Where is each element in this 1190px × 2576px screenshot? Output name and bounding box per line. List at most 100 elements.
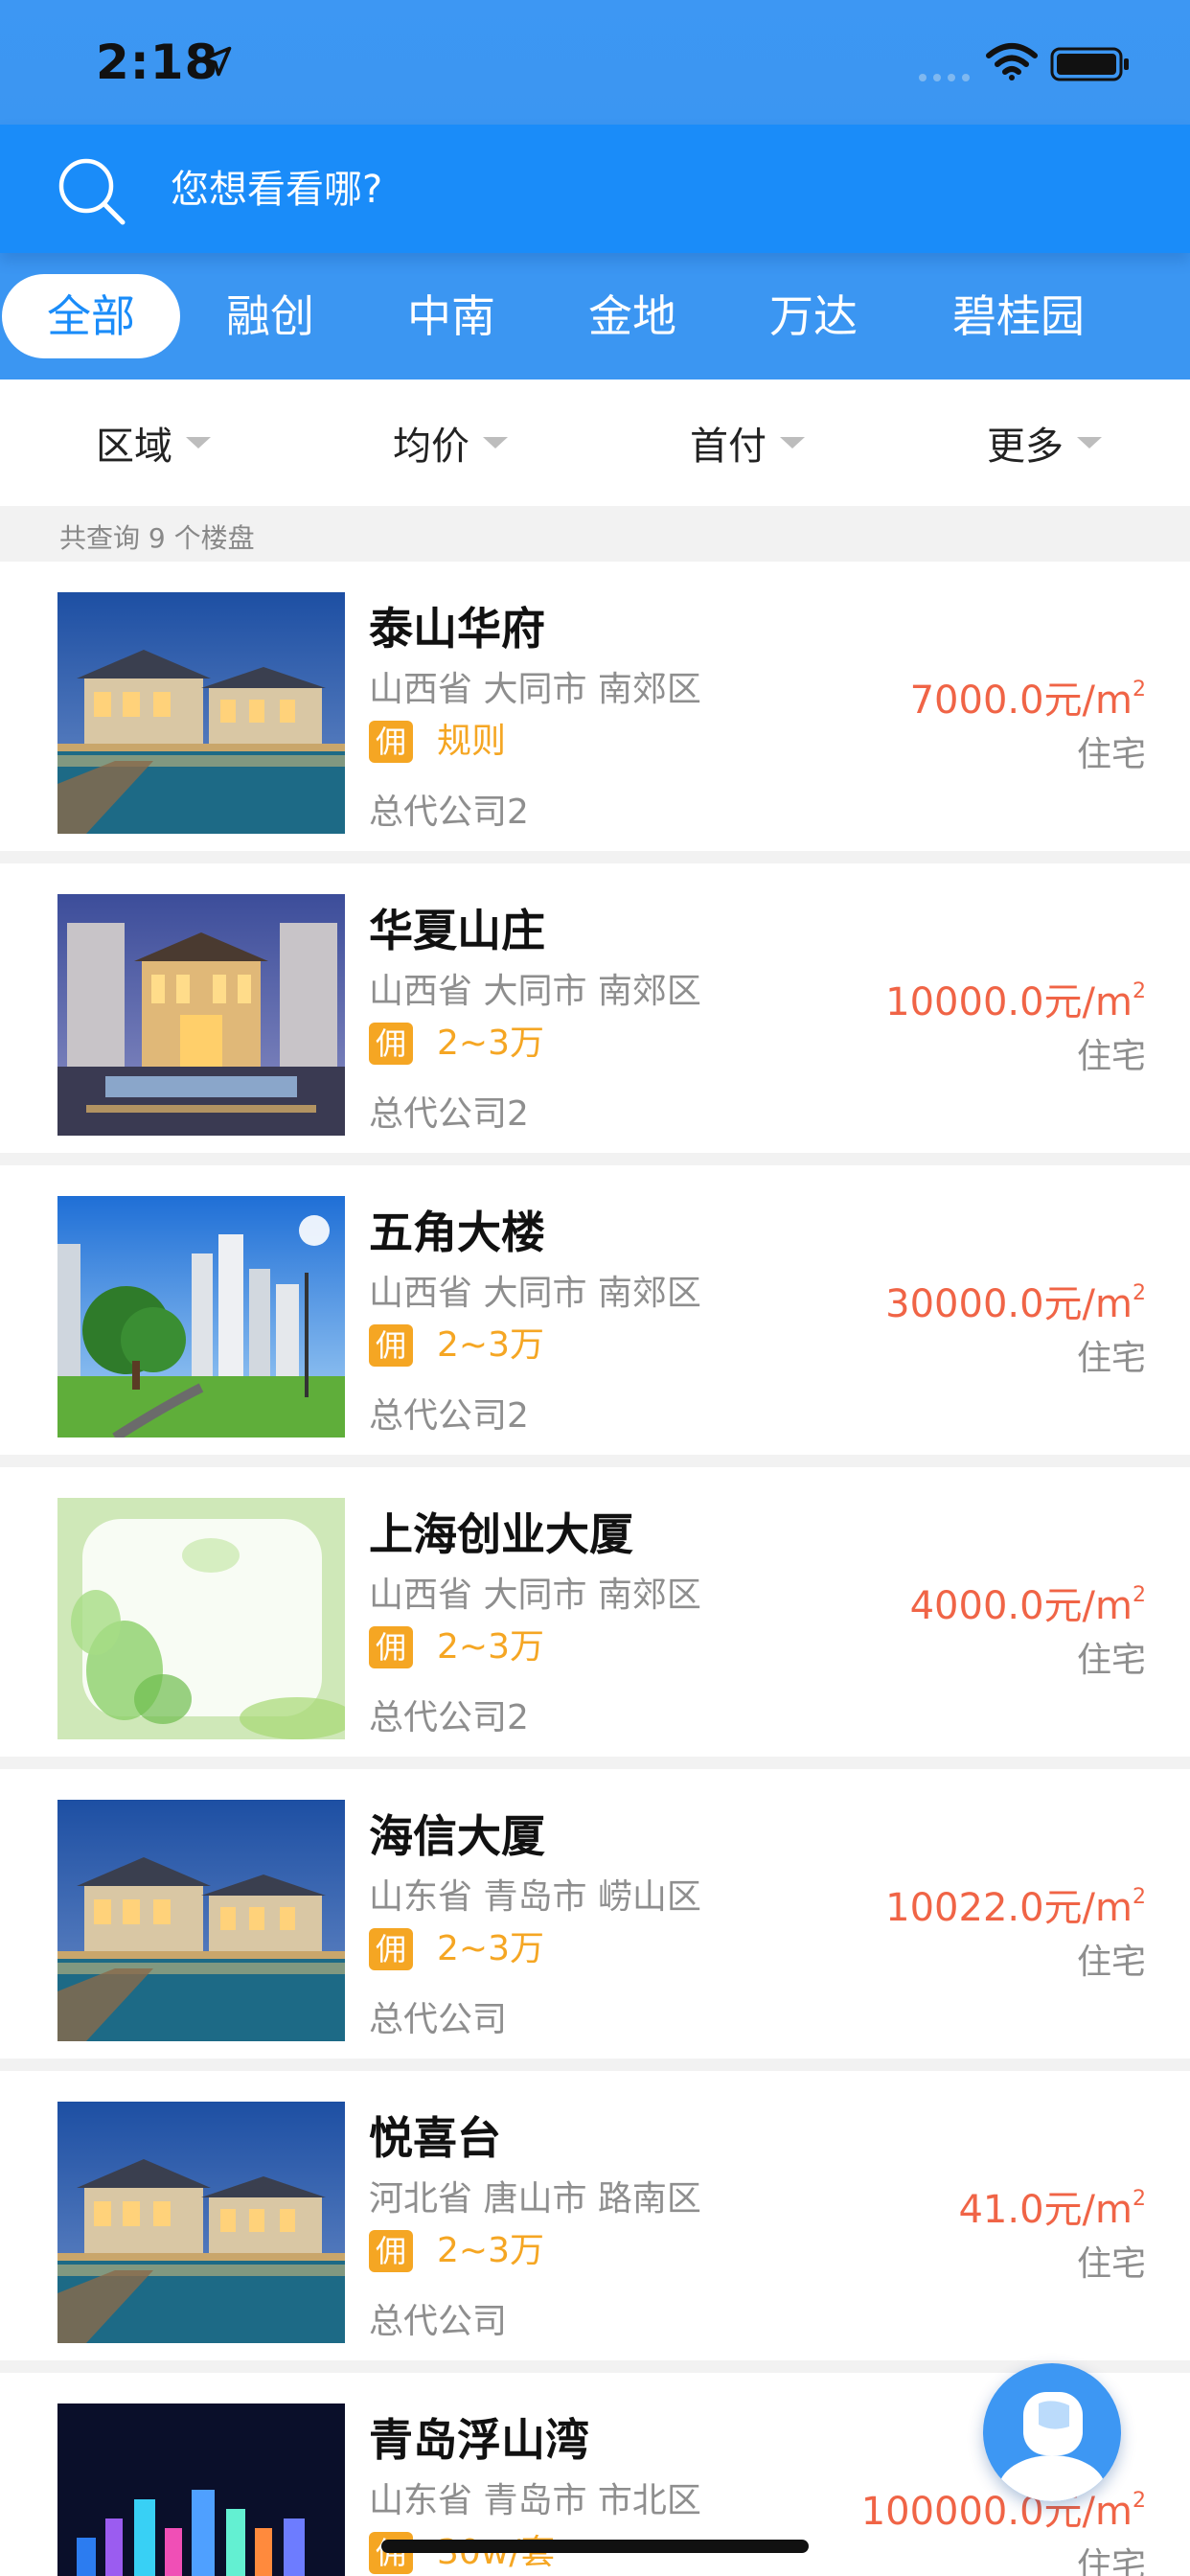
property-type: 住宅 (1076, 1339, 1146, 1378)
property-title: 上海创业大厦 (369, 1508, 633, 1560)
price-unit-sup: 2 (1133, 1885, 1146, 1909)
property-region: 山西省 大同市 南郊区 (369, 1576, 701, 1615)
brand-tabs: 全部 融创 中南 金地 万达 碧桂园 (0, 253, 1190, 380)
commission-badge: 佣 (369, 1626, 413, 1668)
property-photo (57, 1800, 345, 2041)
filter-down-payment[interactable]: 首付 (690, 414, 805, 472)
property-title: 五角大楼 (369, 1207, 545, 1258)
status-bar: 2:18 (0, 0, 1190, 125)
list-item[interactable]: 泰山华府 山西省 大同市 南郊区 佣 规则 总代公司2 7000.0元/m2 住… (0, 562, 1190, 851)
commission-text: 30w/套 (437, 2532, 555, 2574)
price-unit-sup: 2 (1133, 2489, 1146, 2513)
property-region: 山东省 青岛市 崂山区 (369, 1877, 701, 1917)
price-unit-sup: 2 (1133, 1583, 1146, 1607)
filter-more[interactable]: 更多 (987, 414, 1102, 472)
property-photo (57, 2102, 345, 2343)
property-price: 10000.0元/m2 (885, 971, 1146, 1026)
agent-company: 总代公司2 (369, 1698, 529, 1737)
caret-down-icon (186, 437, 211, 448)
user-avatar-button[interactable] (983, 2363, 1121, 2501)
tab-wanda[interactable]: 万达 (756, 274, 871, 358)
commission-badge: 佣 (369, 1928, 413, 1970)
tab-jindi[interactable]: 金地 (575, 274, 690, 358)
wifi-icon (986, 43, 1038, 80)
list-item[interactable]: 五角大楼 山西省 大同市 南郊区 佣 2~3万 总代公司2 30000.0元/m… (0, 1165, 1190, 1455)
property-type: 住宅 (1076, 1037, 1146, 1076)
price-value: 100000.0元/m (860, 2490, 1133, 2534)
list-item[interactable]: 华夏山庄 山西省 大同市 南郊区 佣 2~3万 总代公司2 10000.0元/m… (0, 863, 1190, 1153)
list-item[interactable]: 海信大厦 山东省 青岛市 崂山区 佣 2~3万 总代公司 10022.0元/m2… (0, 1769, 1190, 2058)
filter-label: 首付 (690, 425, 767, 469)
property-price: 30000.0元/m2 (885, 1273, 1146, 1328)
price-unit-sup: 2 (1133, 1281, 1146, 1305)
tab-all[interactable]: 全部 (2, 274, 180, 358)
property-type: 住宅 (1076, 2546, 1146, 2576)
property-title: 华夏山庄 (369, 905, 545, 956)
property-price: 10022.0元/m2 (885, 1876, 1146, 1932)
agent-company: 总代公司 (369, 2302, 508, 2341)
filter-label: 均价 (393, 425, 469, 469)
search-icon[interactable] (54, 153, 128, 228)
property-photo (57, 2404, 345, 2576)
result-strip: 共查询 9 个楼盘 (0, 506, 1190, 562)
property-title: 青岛浮山湾 (369, 2414, 589, 2466)
divider (0, 1757, 1190, 1769)
property-price: 41.0元/m2 (958, 2178, 1146, 2234)
commission-badge: 佣 (369, 721, 413, 763)
filter-label: 区域 (96, 425, 172, 469)
property-type: 住宅 (1076, 1943, 1146, 1982)
tab-biguiyuan[interactable]: 碧桂园 (937, 274, 1100, 358)
property-price: 4000.0元/m2 (910, 1575, 1146, 1630)
price-unit-sup: 2 (1133, 979, 1146, 1003)
price-unit-sup: 2 (1133, 2187, 1146, 2211)
divider (0, 1455, 1190, 1467)
commission-text: 2~3万 (437, 1627, 544, 1667)
commission-text: 规则 (437, 722, 507, 761)
home-indicator (381, 2540, 809, 2553)
property-photo (57, 1196, 345, 1438)
search-input[interactable]: 您想看看哪? (171, 163, 382, 217)
property-region: 河北省 唐山市 路南区 (369, 2179, 701, 2219)
commission-text: 2~3万 (437, 2231, 544, 2270)
location-arrow-icon (201, 46, 232, 77)
caret-down-icon (780, 437, 805, 448)
price-value: 41.0元/m (958, 2188, 1133, 2232)
tab-rongchuang[interactable]: 融创 (213, 274, 328, 358)
list-item[interactable]: 上海创业大厦 山西省 大同市 南郊区 佣 2~3万 总代公司2 4000.0元/… (0, 1467, 1190, 1757)
filter-bar: 区域 均价 首付 更多 (0, 380, 1190, 506)
property-region: 山西省 大同市 南郊区 (369, 1274, 701, 1313)
property-photo (57, 1498, 345, 1739)
property-price: 7000.0元/m2 (910, 669, 1146, 724)
property-title: 悦喜台 (369, 2112, 501, 2164)
property-region: 山东省 青岛市 市北区 (369, 2481, 701, 2520)
divider (0, 2058, 1190, 2071)
commission-badge: 佣 (369, 2230, 413, 2272)
caret-down-icon (1077, 437, 1102, 448)
property-photo (57, 592, 345, 834)
price-value: 10022.0元/m (885, 1886, 1133, 1930)
property-price: 100000.0元/m2 (861, 2480, 1146, 2536)
filter-avg-price[interactable]: 均价 (393, 414, 508, 472)
commission-badge: 佣 (369, 1324, 413, 1367)
price-value: 30000.0元/m (885, 1282, 1133, 1326)
price-value: 10000.0元/m (885, 980, 1133, 1024)
price-value: 4000.0元/m (909, 1584, 1133, 1628)
property-title: 海信大厦 (369, 1810, 545, 1862)
divider (0, 1153, 1190, 1165)
commission-badge: 佣 (369, 2532, 413, 2574)
search-bar[interactable]: 您想看看哪? (0, 125, 1190, 253)
property-title: 泰山华府 (369, 603, 545, 655)
agent-company: 总代公司2 (369, 793, 529, 832)
property-type: 住宅 (1076, 2244, 1146, 2284)
signal-icon (919, 74, 970, 81)
filter-label: 更多 (987, 425, 1064, 469)
property-region: 山西省 大同市 南郊区 (369, 670, 701, 709)
battery-icon (1050, 47, 1129, 81)
list-item[interactable]: 悦喜台 河北省 唐山市 路南区 佣 2~3万 总代公司 41.0元/m2 住宅 (0, 2071, 1190, 2360)
filter-area[interactable]: 区域 (96, 414, 211, 472)
commission-text: 2~3万 (437, 1929, 544, 1968)
tab-zhongnan[interactable]: 中南 (394, 274, 509, 358)
result-count: 共查询 9 个楼盘 (59, 522, 255, 554)
property-region: 山西省 大同市 南郊区 (369, 972, 701, 1011)
property-photo (57, 894, 345, 1136)
